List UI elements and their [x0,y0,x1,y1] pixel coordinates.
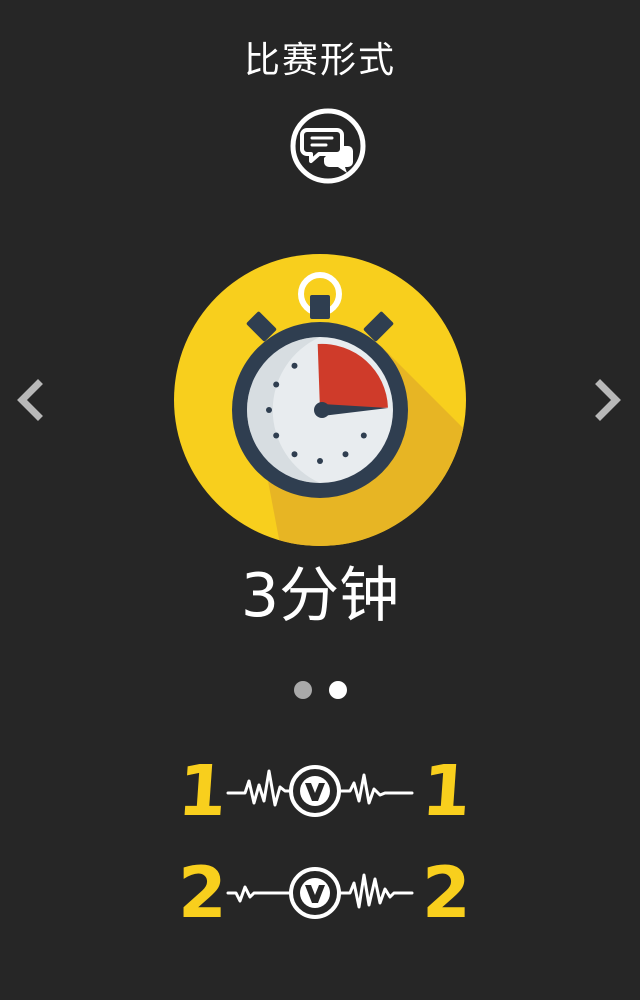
chat-button[interactable] [288,108,368,188]
mode-right-count: 1 [419,750,474,832]
slide-label[interactable]: 3分钟 [0,556,640,636]
page-title: 比赛形式 [243,40,396,81]
page-dot-2[interactable] [328,681,347,699]
carousel-next-button[interactable] [588,378,628,422]
chevron-left-icon [17,379,43,421]
carousel-prev-button[interactable] [12,378,52,422]
stopwatch-icon [174,254,466,546]
chevron-right-icon [595,379,621,421]
mode-right-count: 2 [422,852,471,934]
mode-option-1v1[interactable]: 1 1 [170,750,474,832]
mode-left-count: 2 [178,852,227,934]
page-indicator [0,681,640,699]
page-dot-1[interactable] [293,681,312,699]
mode-option-2v2[interactable]: 2 2 [170,852,471,934]
mode-left-count: 1 [175,750,230,832]
stopwatch-illustration [170,250,470,550]
chat-bubbles-icon [290,108,366,184]
